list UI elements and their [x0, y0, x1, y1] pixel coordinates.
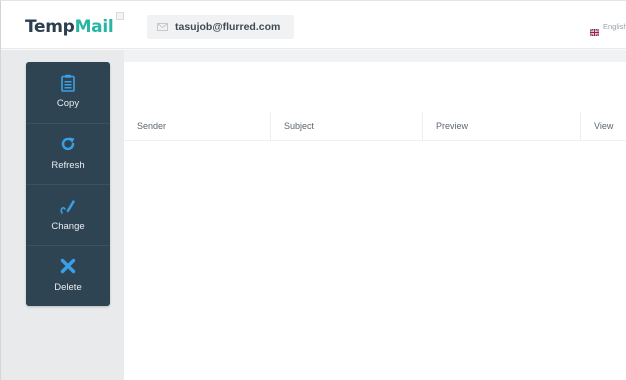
column-divider: [580, 112, 581, 140]
language-label[interactable]: English: [603, 22, 626, 31]
language-selector[interactable]: English: [589, 22, 626, 37]
column-header-subject[interactable]: Subject: [284, 121, 314, 131]
top-header: TempMail tasujob@flurred.com English: [1, 1, 626, 49]
delete-button[interactable]: Delete: [26, 246, 110, 307]
close-icon: [26, 258, 110, 276]
refresh-label: Refresh: [51, 160, 85, 171]
inbox-table: Sender Subject Preview View: [124, 50, 626, 380]
column-divider: [270, 112, 271, 140]
change-label: Change: [51, 221, 85, 232]
action-sidebar: Copy Refresh Change Delete: [26, 62, 110, 306]
change-button[interactable]: Change: [26, 185, 110, 246]
copy-label: Copy: [56, 98, 80, 109]
copy-button[interactable]: Copy: [26, 62, 110, 123]
uk-flag-icon: [589, 23, 600, 37]
column-header-sender[interactable]: Sender: [137, 121, 166, 131]
logo-temp-text: Temp: [25, 17, 75, 37]
logo-badge-icon: [116, 12, 124, 20]
delete-label: Delete: [54, 282, 82, 293]
column-header-preview[interactable]: Preview: [436, 121, 468, 131]
refresh-button[interactable]: Refresh: [26, 124, 110, 185]
clipboard-icon: [26, 74, 110, 92]
column-divider: [422, 112, 423, 140]
column-header-view[interactable]: View: [594, 121, 613, 131]
envelope-icon: [157, 23, 168, 31]
table-header: Sender Subject Preview View: [124, 112, 626, 141]
logo-mail-text: Mail: [74, 17, 114, 37]
email-address-box[interactable]: tasujob@flurred.com: [147, 15, 294, 39]
email-address[interactable]: tasujob@flurred.com: [175, 21, 280, 33]
edit-icon: [26, 197, 110, 215]
content-top-band: [124, 50, 626, 62]
refresh-icon: [26, 136, 110, 154]
logo[interactable]: TempMail: [25, 17, 114, 37]
